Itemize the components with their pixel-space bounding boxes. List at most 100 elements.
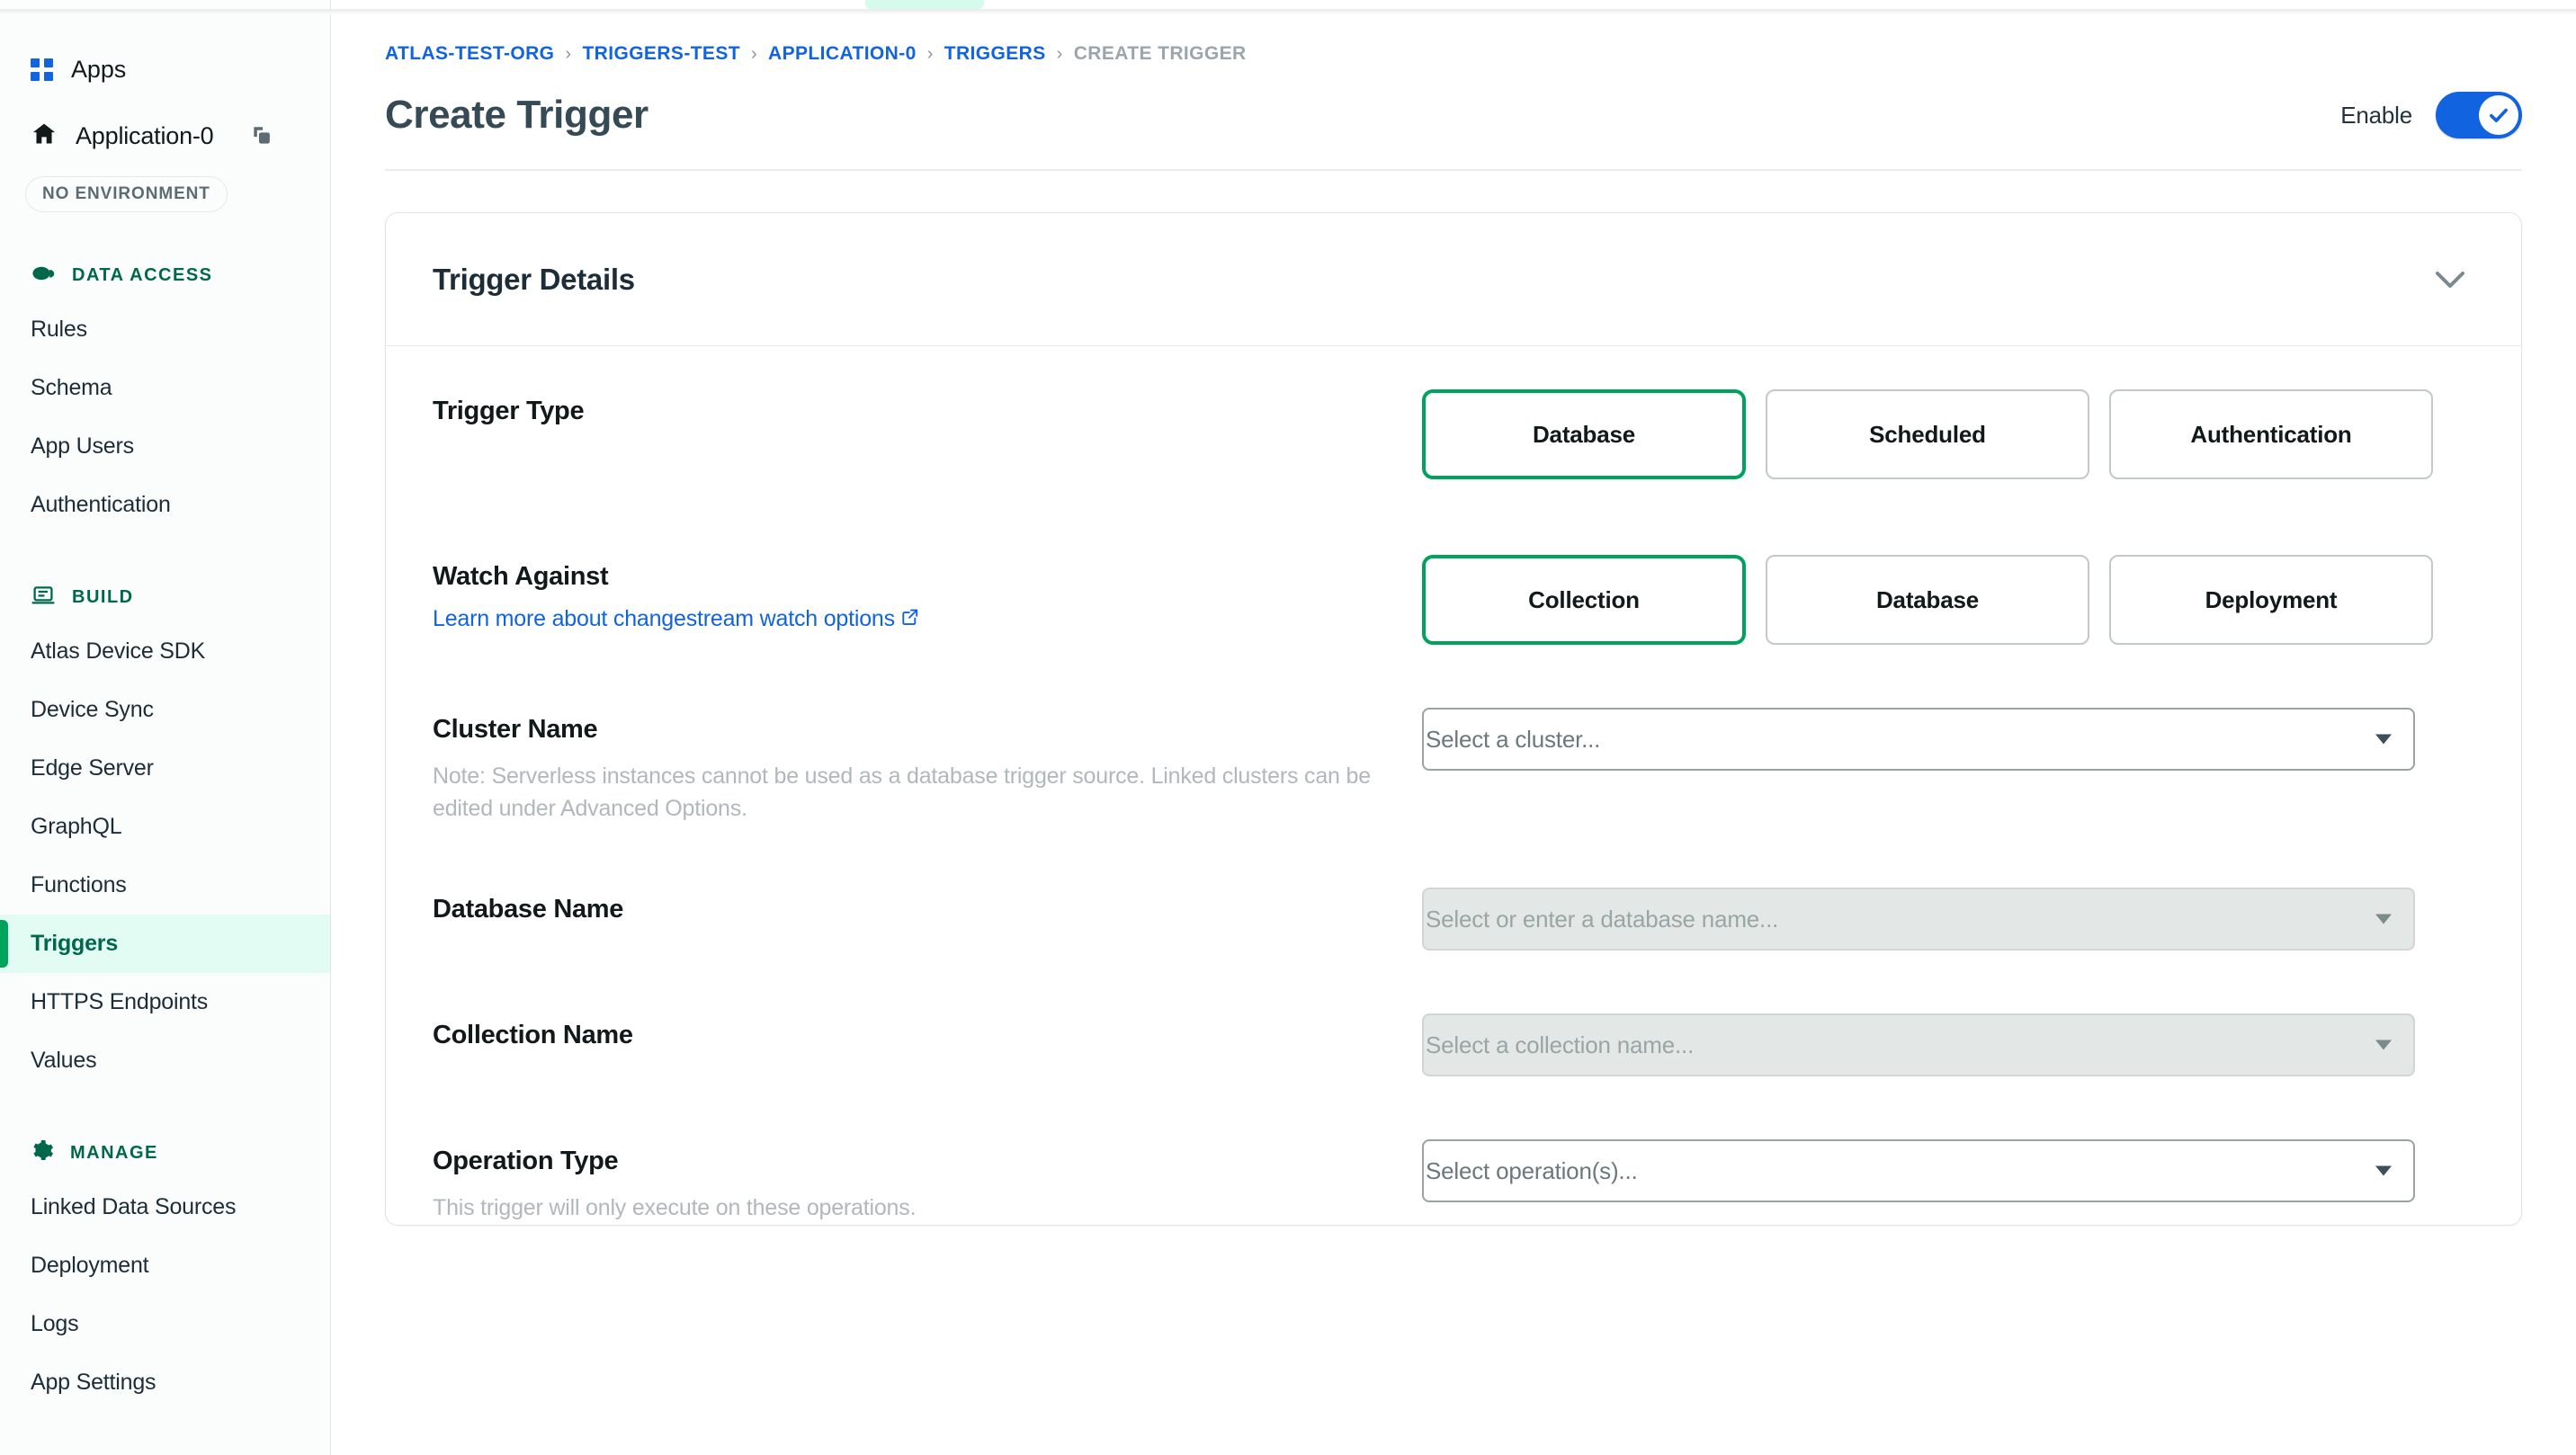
watch-against-options: Collection Database Deployment [1422,555,2474,645]
sidebar-item-authentication[interactable]: Authentication [0,476,330,534]
trigger-type-label: Trigger Type [433,397,585,425]
trigger-type-option-scheduled[interactable]: Scheduled [1766,389,2089,479]
enable-control: Enable [2340,92,2522,138]
watch-options-link-text: Learn more about changestream watch opti… [433,606,895,631]
field-label-wrap: Operation Type This trigger will only ex… [433,1139,1422,1225]
watch-options-link[interactable]: Learn more about changestream watch opti… [433,606,919,632]
sidebar-item-triggers[interactable]: Triggers [0,915,330,973]
breadcrumb-item-project[interactable]: TRIGGERS-TEST [582,43,740,65]
breadcrumb-item-org[interactable]: ATLAS-TEST-ORG [385,43,554,65]
sidebar-item-apps[interactable]: Apps [0,41,330,97]
card-body: Trigger Type Database Scheduled Authenti… [386,346,2521,1225]
breadcrumb-separator: › [565,43,572,64]
laptop-icon [31,585,56,611]
operation-type-note: This trigger will only execute on these … [433,1195,917,1220]
sidebar-item-deployment[interactable]: Deployment [0,1236,330,1295]
field-watch-against: Watch Against Learn more about changestr… [433,555,2474,645]
sidebar-item-linked-data-sources[interactable]: Linked Data Sources [0,1178,330,1236]
watch-against-label: Watch Against [433,562,609,591]
chevron-down-icon[interactable] [2426,261,2474,299]
field-cluster-name: Cluster Name Note: Serverless instances … [433,708,2474,825]
sidebar-item-logs[interactable]: Logs [0,1295,330,1353]
chevron-down-icon [2375,914,2392,924]
enable-toggle[interactable] [2436,92,2522,138]
chevron-down-icon [2375,1165,2392,1176]
app-name-label: Application-0 [76,121,214,149]
breadcrumb-item-application[interactable]: APPLICATION-0 [768,43,917,65]
top-hairline [0,9,2576,14]
sidebar-item-https-endpoints[interactable]: HTTPS Endpoints [0,973,330,1031]
cloud-icon [31,263,56,288]
page-title: Create Trigger [385,93,648,137]
operation-type-label: Operation Type [433,1147,619,1175]
cluster-name-note: Note: Serverless instances cannot be use… [433,763,1371,821]
cluster-name-placeholder: Select a cluster... [1426,725,1601,753]
sidebar-item-schema[interactable]: Schema [0,359,330,417]
cluster-name-label: Cluster Name [433,715,598,744]
trigger-type-option-database[interactable]: Database [1422,389,1746,479]
operation-type-control: Select operation(s)... [1422,1139,2474,1202]
sidebar-group-manage: MANAGE [0,1137,330,1169]
browser-tab-sliver [865,0,984,9]
breadcrumb-separator: › [926,43,934,64]
field-label-wrap: Trigger Type [433,389,1422,426]
field-operation-type: Operation Type This trigger will only ex… [433,1139,2474,1225]
sidebar-item-atlas-device-sdk[interactable]: Atlas Device SDK [0,622,330,681]
database-name-placeholder: Select or enter a database name... [1426,905,1779,933]
collection-name-placeholder: Select a collection name... [1426,1031,1695,1058]
database-name-select[interactable]: Select or enter a database name... [1422,888,2415,951]
sidebar-group-label: DATA ACCESS [72,264,213,285]
sidebar-item-values[interactable]: Values [0,1031,330,1090]
enable-label: Enable [2340,101,2412,129]
sidebar-item-app-users[interactable]: App Users [0,417,330,476]
field-label-wrap: Database Name [433,888,1422,924]
sidebar-group-label: BUILD [72,586,134,607]
home-icon [31,121,58,151]
app-root: Apps Application-0 NO ENVIRONMENT DATA A… [0,0,2576,1455]
gear-icon [31,1139,54,1167]
apps-grid-icon [31,58,53,81]
collection-name-select[interactable]: Select a collection name... [1422,1013,2415,1076]
copy-icon[interactable] [250,124,273,147]
database-name-control: Select or enter a database name... [1422,888,2474,951]
sidebar-item-device-sync[interactable]: Device Sync [0,681,330,739]
watch-against-option-deployment[interactable]: Deployment [2109,555,2433,645]
page-header: Create Trigger Enable [385,92,2522,171]
watch-against-option-database[interactable]: Database [1766,555,2089,645]
collection-name-label: Collection Name [433,1021,633,1049]
field-label-wrap: Watch Against Learn more about changestr… [433,555,1422,632]
trigger-type-option-authentication[interactable]: Authentication [2109,389,2433,479]
chevron-down-icon [2375,1040,2392,1050]
cluster-name-control: Select a cluster... [1422,708,2474,771]
sidebar-item-rules[interactable]: Rules [0,300,330,359]
breadcrumb-item-triggers[interactable]: TRIGGERS [944,43,1046,65]
external-link-icon [901,606,919,632]
field-label-wrap: Collection Name [433,1013,1422,1050]
database-name-label: Database Name [433,895,624,924]
sidebar-group-data-access: DATA ACCESS [0,259,330,291]
operation-type-placeholder: Select operation(s)... [1426,1156,1638,1184]
operation-type-select[interactable]: Select operation(s)... [1422,1139,2415,1202]
sidebar: Apps Application-0 NO ENVIRONMENT DATA A… [0,0,331,1455]
sidebar-item-app-settings[interactable]: App Settings [0,1353,330,1412]
sidebar-item-edge-server[interactable]: Edge Server [0,739,330,798]
card-title: Trigger Details [433,262,635,296]
sidebar-item-application[interactable]: Application-0 [0,108,330,164]
chevron-down-icon [2375,734,2392,745]
breadcrumb-item-current: CREATE TRIGGER [1073,43,1247,64]
watch-against-option-collection[interactable]: Collection [1422,555,1746,645]
cluster-name-select[interactable]: Select a cluster... [1422,708,2415,771]
main-content: ATLAS-TEST-ORG › TRIGGERS-TEST › APPLICA… [331,0,2576,1455]
sidebar-item-graphql[interactable]: GraphQL [0,798,330,856]
breadcrumb-separator: › [1056,43,1063,64]
environment-badge: NO ENVIRONMENT [25,176,228,212]
field-collection-name: Collection Name Select a collection name… [433,1013,2474,1076]
field-trigger-type: Trigger Type Database Scheduled Authenti… [433,389,2474,479]
field-database-name: Database Name Select or enter a database… [433,888,2474,951]
sidebar-item-functions[interactable]: Functions [0,856,330,915]
